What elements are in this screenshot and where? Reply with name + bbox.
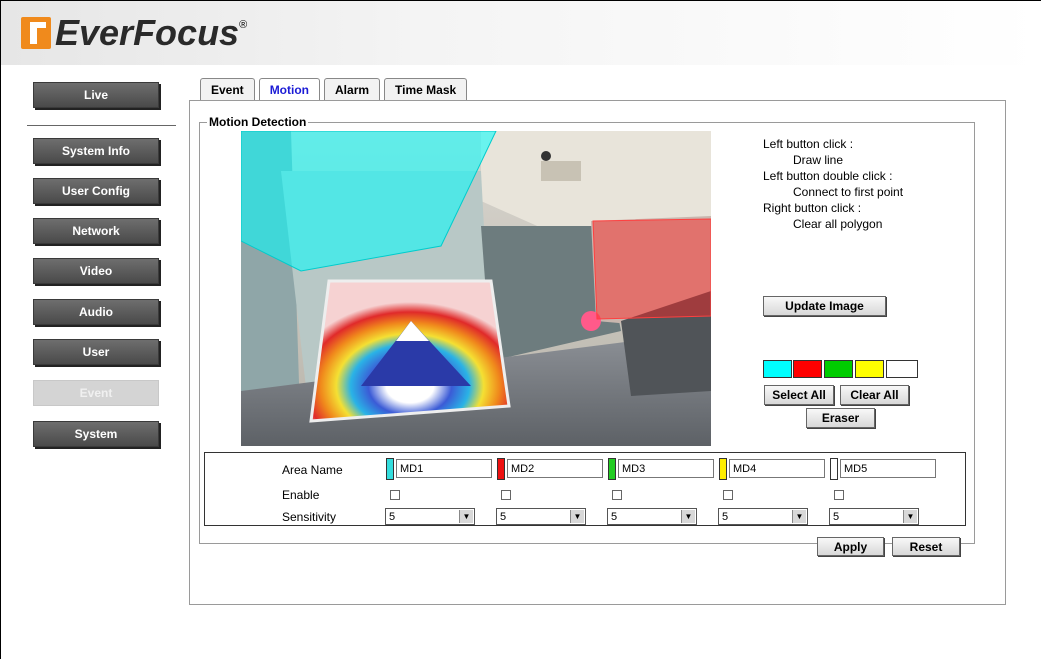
instr-right-click: Right button click : xyxy=(763,201,862,215)
md2-name-input[interactable]: MD2 xyxy=(507,459,603,478)
select-all-button[interactable]: Select All xyxy=(764,385,834,405)
instr-left-double-click: Left button double click : xyxy=(763,169,893,183)
sidebar-item-user-config[interactable]: User Config xyxy=(33,178,159,204)
tab-bar: Event Motion Alarm Time Mask xyxy=(200,78,471,101)
area-name-label: Area Name xyxy=(282,463,343,477)
logo-text: EverFocus xyxy=(55,12,240,53)
camera-scene xyxy=(241,131,711,446)
logo-mark-icon xyxy=(21,17,51,49)
instr-clear-polygon: Clear all polygon xyxy=(793,217,883,231)
eraser-button[interactable]: Eraser xyxy=(806,408,875,428)
camera-preview[interactable] xyxy=(241,131,711,446)
clear-all-button[interactable]: Clear All xyxy=(840,385,909,405)
md2-enable-checkbox[interactable] xyxy=(501,490,511,500)
md4-color-flag xyxy=(719,458,727,480)
dropdown-arrow-icon: ▼ xyxy=(570,510,584,523)
dropdown-arrow-icon: ▼ xyxy=(681,510,695,523)
md2-sensitivity-select[interactable]: 5 ▼ xyxy=(496,508,586,525)
swatch-white[interactable] xyxy=(886,360,918,378)
sidebar-item-audio[interactable]: Audio xyxy=(33,299,159,325)
swatch-red[interactable] xyxy=(793,360,822,378)
md5-name-input[interactable]: MD5 xyxy=(840,459,936,478)
tab-motion[interactable]: Motion xyxy=(258,78,321,101)
tab-time-mask[interactable]: Time Mask xyxy=(384,78,468,100)
sidebar-item-video[interactable]: Video xyxy=(33,258,159,284)
sidebar-item-network[interactable]: Network xyxy=(33,218,159,244)
sidebar-item-system-info[interactable]: System Info xyxy=(33,138,159,164)
md5-color-flag xyxy=(830,458,838,480)
motion-detection-legend: Motion Detection xyxy=(207,115,309,129)
md4-enable-checkbox[interactable] xyxy=(723,490,733,500)
md3-sensitivity-value: 5 xyxy=(611,510,618,523)
sidebar-item-user[interactable]: User xyxy=(33,339,159,365)
instr-left-click: Left button click : xyxy=(763,137,854,151)
swatch-cyan[interactable] xyxy=(763,360,792,378)
sensitivity-label: Sensitivity xyxy=(282,510,337,524)
swatch-green[interactable] xyxy=(824,360,853,378)
md1-enable-checkbox[interactable] xyxy=(390,490,400,500)
apply-button[interactable]: Apply xyxy=(817,537,884,556)
md5-sensitivity-select[interactable]: 5 ▼ xyxy=(829,508,919,525)
instr-connect-first-point: Connect to first point xyxy=(793,185,904,199)
md1-color-flag xyxy=(386,458,394,480)
dropdown-arrow-icon: ▼ xyxy=(792,510,806,523)
md4-sensitivity-value: 5 xyxy=(722,510,729,523)
md4-name-input[interactable]: MD4 xyxy=(729,459,825,478)
md4-sensitivity-select[interactable]: 5 ▼ xyxy=(718,508,808,525)
md5-sensitivity-value: 5 xyxy=(833,510,840,523)
md3-sensitivity-select[interactable]: 5 ▼ xyxy=(607,508,697,525)
swatch-yellow[interactable] xyxy=(855,360,884,378)
md2-sensitivity-value: 5 xyxy=(500,510,507,523)
md1-sensitivity-value: 5 xyxy=(389,510,396,523)
reset-button[interactable]: Reset xyxy=(892,537,960,556)
md3-name-input[interactable]: MD3 xyxy=(618,459,714,478)
md1-sensitivity-select[interactable]: 5 ▼ xyxy=(385,508,475,525)
md1-name-input[interactable]: MD1 xyxy=(396,459,492,478)
md5-enable-checkbox[interactable] xyxy=(834,490,844,500)
dropdown-arrow-icon: ▼ xyxy=(459,510,473,523)
dropdown-arrow-icon: ▼ xyxy=(903,510,917,523)
update-image-button[interactable]: Update Image xyxy=(763,296,886,316)
everfocus-logo: EverFocus ® xyxy=(21,11,247,55)
md2-color-flag xyxy=(497,458,505,480)
md3-enable-checkbox[interactable] xyxy=(612,490,622,500)
tab-alarm[interactable]: Alarm xyxy=(324,78,381,100)
drawing-instructions: Left button click : Draw line Left butto… xyxy=(763,136,903,232)
enable-label: Enable xyxy=(282,488,320,502)
sidebar-item-event[interactable]: Event xyxy=(33,380,159,406)
sidebar-item-live[interactable]: Live xyxy=(33,82,159,108)
header-bar: EverFocus ® xyxy=(1,1,1041,65)
sidebar-item-system[interactable]: System xyxy=(33,421,159,447)
md3-color-flag xyxy=(608,458,616,480)
logo-registered: ® xyxy=(239,19,248,31)
tab-event[interactable]: Event xyxy=(200,78,255,100)
sidebar-divider xyxy=(27,125,176,126)
instr-draw-line: Draw line xyxy=(793,153,844,167)
